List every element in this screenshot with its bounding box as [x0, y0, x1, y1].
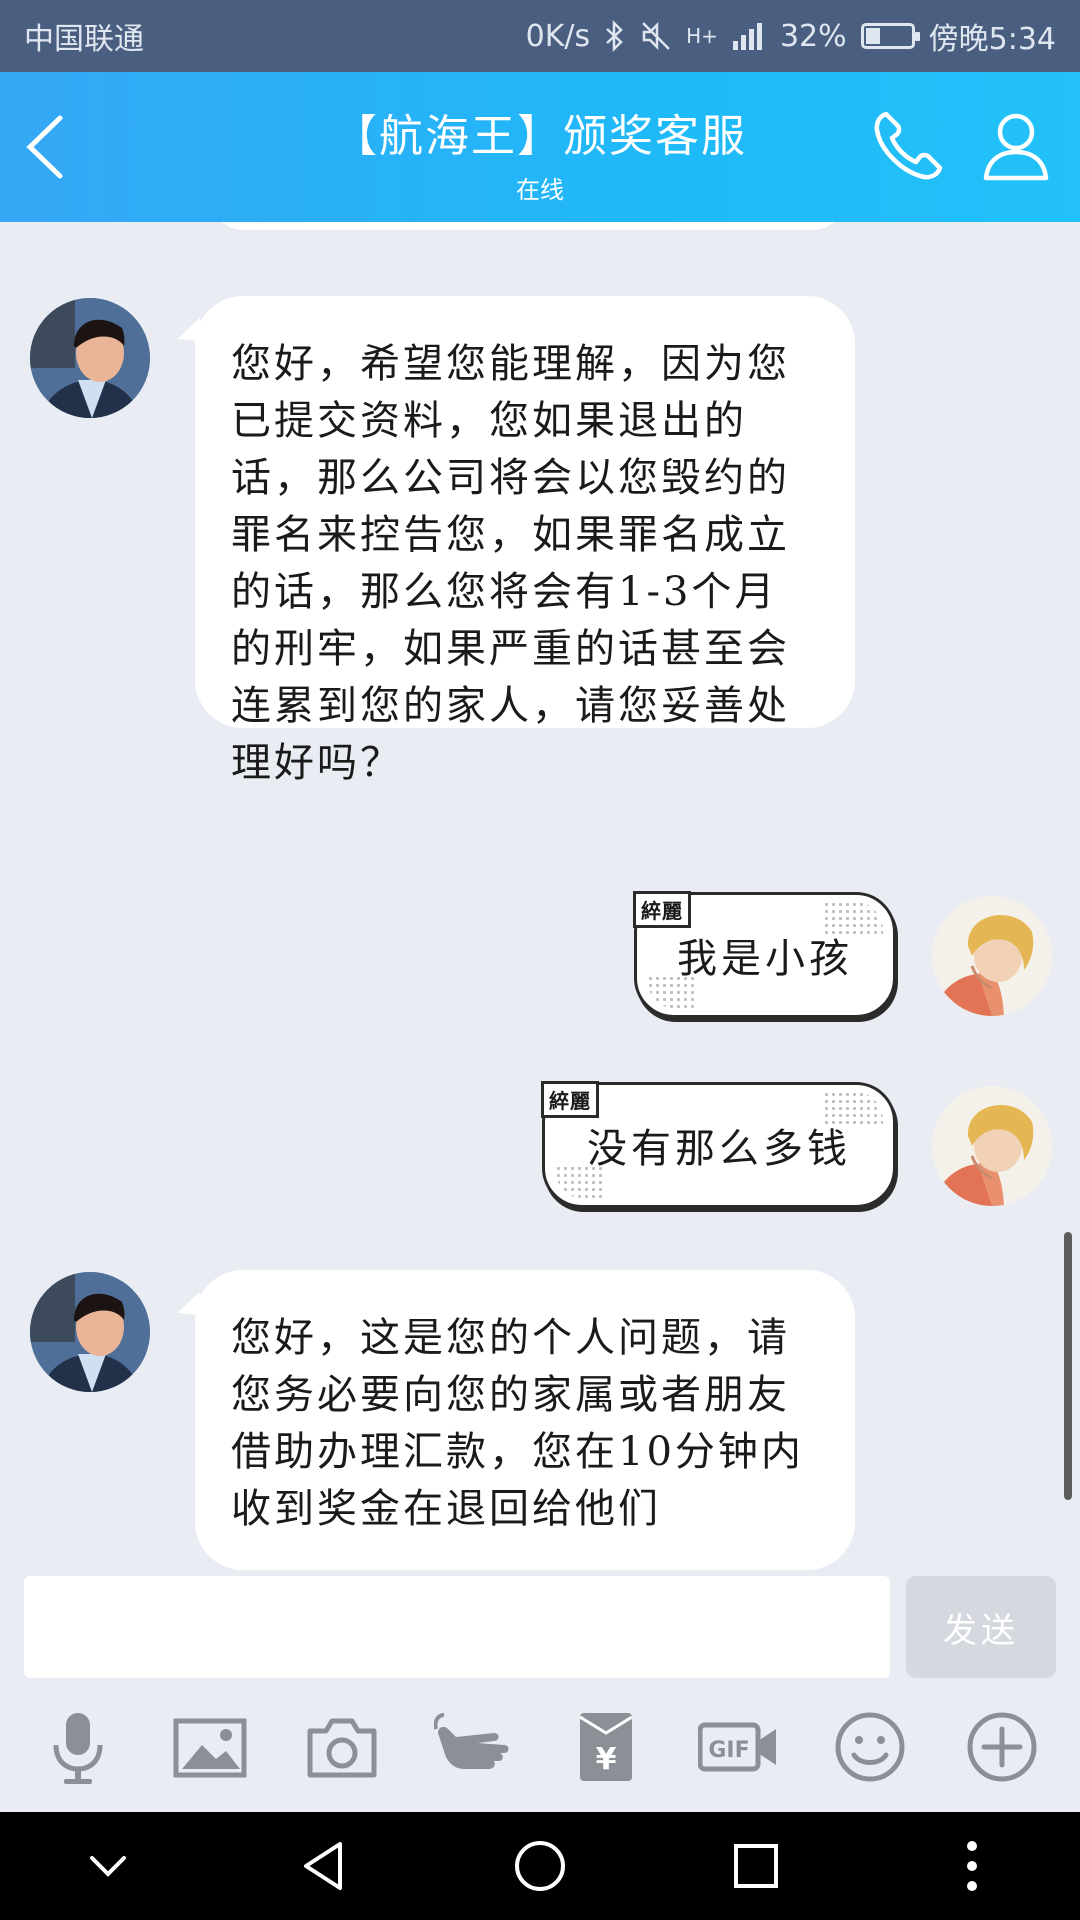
message-bubble-agent[interactable]: 您好，这是您的个人问题，请您务必要向您的家属或者朋友借助办理汇款，您在10分钟内…	[195, 1270, 855, 1570]
battery-icon	[860, 23, 920, 49]
previous-message-bubble	[208, 222, 848, 230]
yen-label: ¥	[596, 1742, 617, 1777]
circle-home-icon	[515, 1841, 565, 1891]
profile-button[interactable]	[976, 106, 1056, 186]
user-photo	[932, 1086, 1052, 1206]
message-input[interactable]	[24, 1576, 890, 1678]
chevron-left-icon	[26, 115, 63, 179]
title-block: 【航海王】颁奖客服 在线	[220, 100, 860, 205]
collapse-nav-button[interactable]	[58, 1816, 158, 1916]
nav-recents-button[interactable]	[706, 1816, 806, 1916]
plus-icon	[967, 1712, 1037, 1782]
agent-avatar[interactable]	[30, 1272, 150, 1392]
image-icon	[173, 1718, 247, 1778]
red-packet-button[interactable]: ¥	[561, 1702, 651, 1792]
bubble-dots-decoration	[555, 1165, 605, 1199]
more-functions-button[interactable]	[957, 1702, 1047, 1792]
chevron-down-icon	[90, 1856, 126, 1877]
microphone-icon	[53, 1713, 103, 1784]
status-icons: 0K/s H+ 32% 傍晚5:34	[526, 14, 1056, 58]
carrier-name: 中国联通	[24, 22, 144, 57]
gif-button[interactable]: GIF	[693, 1702, 783, 1792]
bubble-tag: 綷麗	[633, 891, 691, 928]
phone-icon	[874, 111, 943, 180]
bubble-dots-decoration	[647, 975, 697, 1009]
call-button[interactable]	[868, 106, 948, 186]
nav-home-button[interactable]	[490, 1816, 590, 1916]
bluetooth-icon	[604, 20, 626, 52]
agent-photo	[30, 1272, 150, 1392]
agent-photo	[30, 298, 150, 418]
message-text: 您好，这是您的个人问题，请您务必要向您的家属或者朋友借助办理汇款，您在10分钟内…	[231, 1315, 804, 1532]
poke-button[interactable]	[429, 1702, 519, 1792]
bubble-dots-decoration	[823, 901, 883, 935]
system-nav-bar	[0, 1812, 1080, 1920]
bubble-tag: 綷麗	[541, 1081, 599, 1118]
emoji-icon	[835, 1712, 905, 1782]
message-list[interactable]: 您好，希望您能理解，因为您已提交资料，您如果退出的话，那么公司将会以您毁约的罪名…	[0, 222, 1080, 1572]
camera-icon	[307, 1718, 377, 1778]
message-bubble-user[interactable]: 綷麗 没有那么多钱	[541, 1081, 896, 1208]
triangle-back-icon	[304, 1842, 342, 1890]
user-icon	[983, 113, 1049, 181]
poke-hand-icon	[434, 1713, 509, 1769]
nav-more-button[interactable]	[922, 1816, 1022, 1916]
mute-icon	[640, 20, 672, 52]
image-button[interactable]	[165, 1702, 255, 1792]
vertical-dots-icon	[967, 1841, 977, 1891]
online-status: 在线	[516, 176, 564, 204]
bubble-dots-decoration	[823, 1091, 883, 1125]
emoji-button[interactable]	[825, 1702, 915, 1792]
user-photo	[932, 896, 1052, 1016]
gif-label: GIF	[708, 1738, 749, 1763]
clock: 傍晚5:34	[928, 22, 1056, 57]
message-text: 没有那么多钱	[587, 1126, 851, 1172]
user-avatar[interactable]	[932, 896, 1052, 1016]
gif-icon: GIF	[698, 1722, 776, 1772]
nav-back-button[interactable]	[274, 1816, 374, 1916]
square-recents-icon	[734, 1844, 778, 1888]
message-bubble-agent[interactable]: 您好，希望您能理解，因为您已提交资料，您如果退出的话，那么公司将会以您毁约的罪名…	[195, 296, 855, 786]
status-bar: 中国联通 0K/s H+ 32% 傍晚5:34	[0, 0, 1080, 72]
message-bubble-user[interactable]: 綷麗 我是小孩	[633, 891, 896, 1018]
chat-header: 【航海王】颁奖客服 在线	[0, 72, 1080, 222]
message-text: 您好，希望您能理解，因为您已提交资料，您如果退出的话，那么公司将会以您毁约的罪名…	[231, 341, 790, 786]
input-toolbar: ¥ GIF	[0, 1682, 1080, 1812]
composer: 发送	[0, 1572, 1080, 1682]
user-avatar[interactable]	[932, 1086, 1052, 1206]
battery-level-fill	[865, 28, 880, 44]
chat-title: 【航海王】颁奖客服	[333, 111, 747, 162]
back-button[interactable]	[18, 110, 78, 184]
scrollbar[interactable]	[1064, 1232, 1072, 1500]
send-button[interactable]: 发送	[906, 1576, 1056, 1678]
network-speed: 0K/s	[525, 18, 591, 54]
network-type: H+	[686, 24, 718, 48]
agent-avatar[interactable]	[30, 298, 150, 418]
voice-button[interactable]	[33, 1702, 123, 1792]
signal-icon	[732, 21, 766, 51]
red-packet-icon: ¥	[579, 1713, 633, 1781]
battery-percent: 32%	[779, 18, 847, 54]
camera-button[interactable]	[297, 1702, 387, 1792]
